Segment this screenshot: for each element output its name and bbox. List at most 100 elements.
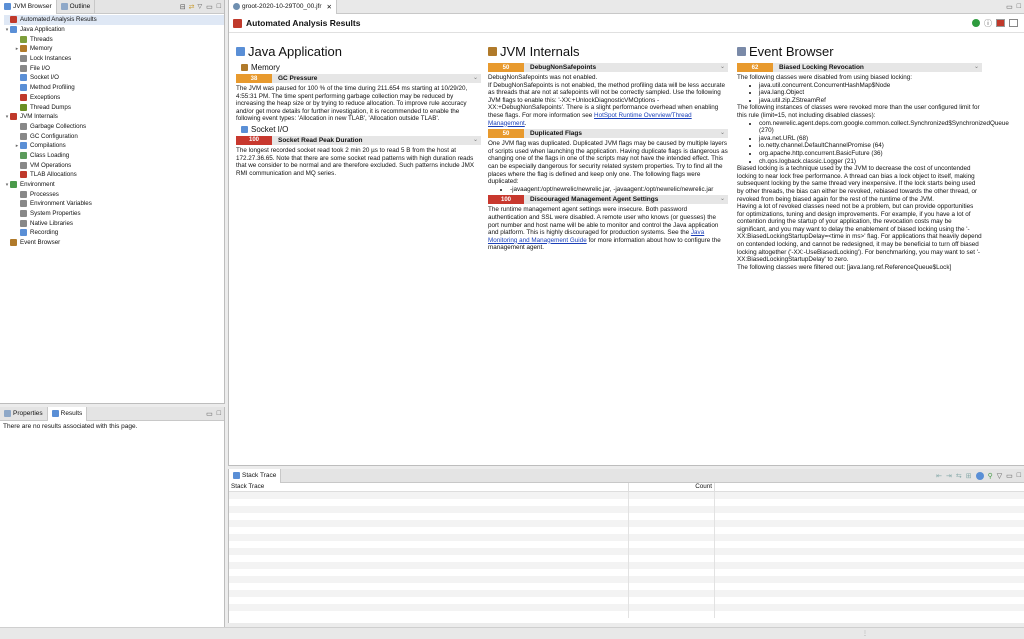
tree-item[interactable]: Method Profiling: [4, 83, 224, 93]
table-row[interactable]: [229, 604, 1024, 611]
tree-item[interactable]: Lock Instances: [4, 54, 224, 64]
tab-results[interactable]: Results: [47, 406, 88, 421]
tab-stack-trace[interactable]: Stack Trace: [229, 468, 282, 483]
minimize-icon[interactable]: ▭: [1006, 3, 1013, 11]
tree-item[interactable]: ▸ Compilations: [4, 141, 224, 151]
maximize-icon[interactable]: □: [1017, 3, 1021, 10]
table-row[interactable]: [229, 541, 1024, 548]
ok-status-icon[interactable]: [972, 19, 980, 27]
tree-item[interactable]: ▾ Environment: [4, 180, 224, 190]
tree-item[interactable]: Recording: [4, 228, 224, 238]
view-menu-icon[interactable]: ▽: [198, 3, 203, 10]
tree-item[interactable]: File I/O: [4, 63, 224, 73]
layout-icon[interactable]: [996, 19, 1005, 27]
collapse-icon[interactable]: ⌄: [473, 136, 478, 143]
view-menu-icon[interactable]: ▽: [997, 472, 1002, 480]
tree-item[interactable]: System Properties: [4, 209, 224, 219]
minimize-icon[interactable]: ▭: [206, 3, 213, 11]
tree-item[interactable]: Environment Variables: [4, 199, 224, 209]
tree-item[interactable]: GC Configuration: [4, 131, 224, 141]
collapse-all-icon[interactable]: ⊟: [180, 3, 186, 11]
tree-item[interactable]: ▸ Memory: [4, 44, 224, 54]
layout-icon[interactable]: [975, 471, 984, 480]
collapse-icon[interactable]: ⌄: [720, 63, 725, 70]
next-frame-icon[interactable]: ⇥: [946, 472, 952, 480]
tree-item-label: Memory: [30, 45, 53, 53]
tree-item[interactable]: Threads: [4, 34, 224, 44]
table-row[interactable]: [229, 499, 1024, 506]
column-header-stack-trace[interactable]: Stack Trace: [229, 483, 629, 491]
rule-header[interactable]: 50 Duplicated Flags ⌄: [488, 129, 728, 139]
tree-item[interactable]: Exceptions: [4, 93, 224, 103]
tree-item[interactable]: Garbage Collections: [4, 122, 224, 132]
rule-text: The following classes were disabled from…: [737, 74, 913, 81]
maximize-icon[interactable]: □: [1017, 472, 1021, 479]
tab-properties[interactable]: Properties: [0, 406, 48, 421]
table-row[interactable]: [229, 562, 1024, 569]
group-icon[interactable]: ⇆: [956, 472, 962, 480]
table-row[interactable]: [229, 534, 1024, 541]
collapse-icon[interactable]: ⌄: [720, 129, 725, 136]
collapse-icon[interactable]: ⌄: [473, 74, 478, 81]
table-row[interactable]: [229, 548, 1024, 555]
table-row[interactable]: [229, 569, 1024, 576]
maximize-icon[interactable]: □: [217, 3, 221, 10]
rule-title: Discouraged Management Agent Settings: [530, 196, 659, 204]
rule-header[interactable]: 62 Biased Locking Revocation ⌄: [737, 63, 982, 72]
tree-item[interactable]: Native Libraries: [4, 218, 224, 228]
table-row[interactable]: [229, 513, 1024, 520]
tab-jvm-browser[interactable]: JVM Browser: [0, 0, 57, 14]
table-row[interactable]: [229, 611, 1024, 618]
minimize-icon[interactable]: ▭: [206, 410, 213, 418]
results-empty-message: There are no results associated with thi…: [3, 423, 138, 430]
minimize-icon[interactable]: ▭: [1006, 472, 1013, 480]
tree-item[interactable]: ▾ Java Application: [4, 25, 224, 35]
tree-item[interactable]: Thread Dumps: [4, 102, 224, 112]
tab-outline[interactable]: Outline: [57, 0, 96, 14]
rule-header[interactable]: 50 DebugNonSafepoints ⌄: [488, 63, 728, 72]
table-view-icon[interactable]: [1009, 19, 1018, 27]
table-row[interactable]: [229, 583, 1024, 590]
table-row[interactable]: [229, 555, 1024, 562]
table-row[interactable]: [229, 506, 1024, 513]
tab-recording-file[interactable]: groot-2020-10-29T00_00.jfr ✕: [229, 0, 337, 14]
rule-header[interactable]: 100 Discouraged Management Agent Setting…: [488, 195, 728, 205]
tree-item[interactable]: Processes: [4, 189, 224, 199]
rule-title: Biased Locking Revocation: [779, 64, 864, 71]
collapse-icon[interactable]: ⌄: [974, 63, 979, 70]
rule-description: The JVM was paused for 100 % of the time…: [236, 85, 468, 123]
table-row[interactable]: [229, 492, 1024, 499]
jvm-browser-view: JVM Browser Outline ⊟ ⇄ ▽ ▭ □ Automated …: [0, 0, 225, 404]
rule-header[interactable]: 100 Socket Read Peak Duration ⌄: [236, 135, 481, 145]
table-row[interactable]: [229, 527, 1024, 534]
info-icon[interactable]: ⓘ: [984, 18, 992, 29]
filter-icon[interactable]: ⚲: [988, 472, 993, 480]
maximize-icon[interactable]: □: [217, 410, 221, 417]
column-heading: JVM Internals: [488, 44, 728, 59]
table-cell: [229, 604, 629, 611]
tree-item[interactable]: Automated Analysis Results: [4, 15, 224, 25]
tree-item[interactable]: TLAB Allocations: [4, 170, 224, 180]
column-header-count[interactable]: Count: [629, 483, 715, 491]
tree-item[interactable]: Event Browser: [4, 238, 224, 248]
tree-item[interactable]: VM Operations: [4, 160, 224, 170]
tree-icon[interactable]: ⊞: [966, 472, 972, 480]
tree-item[interactable]: Class Loading: [4, 151, 224, 161]
table-row[interactable]: [229, 590, 1024, 597]
table-row[interactable]: [229, 576, 1024, 583]
table-row[interactable]: [229, 520, 1024, 527]
tree-item[interactable]: ▾ JVM Internals: [4, 112, 224, 122]
table-cell: [229, 562, 629, 569]
table-row[interactable]: [229, 597, 1024, 604]
rule-text: The runtime management agent settings we…: [488, 206, 719, 237]
tree-item-icon: [20, 200, 27, 208]
page-title: Automated Analysis Results: [246, 18, 361, 28]
collapse-icon[interactable]: ⌄: [720, 195, 725, 202]
previous-frame-icon[interactable]: ⇤: [936, 472, 942, 480]
rule-header[interactable]: 38 GC Pressure ⌄: [236, 74, 481, 83]
jfr-file-icon: [233, 3, 240, 10]
link-icon[interactable]: ⇄: [189, 3, 195, 11]
close-icon[interactable]: ✕: [327, 3, 332, 11]
tree-item[interactable]: Socket I/O: [4, 73, 224, 83]
memory-icon: [241, 64, 248, 71]
